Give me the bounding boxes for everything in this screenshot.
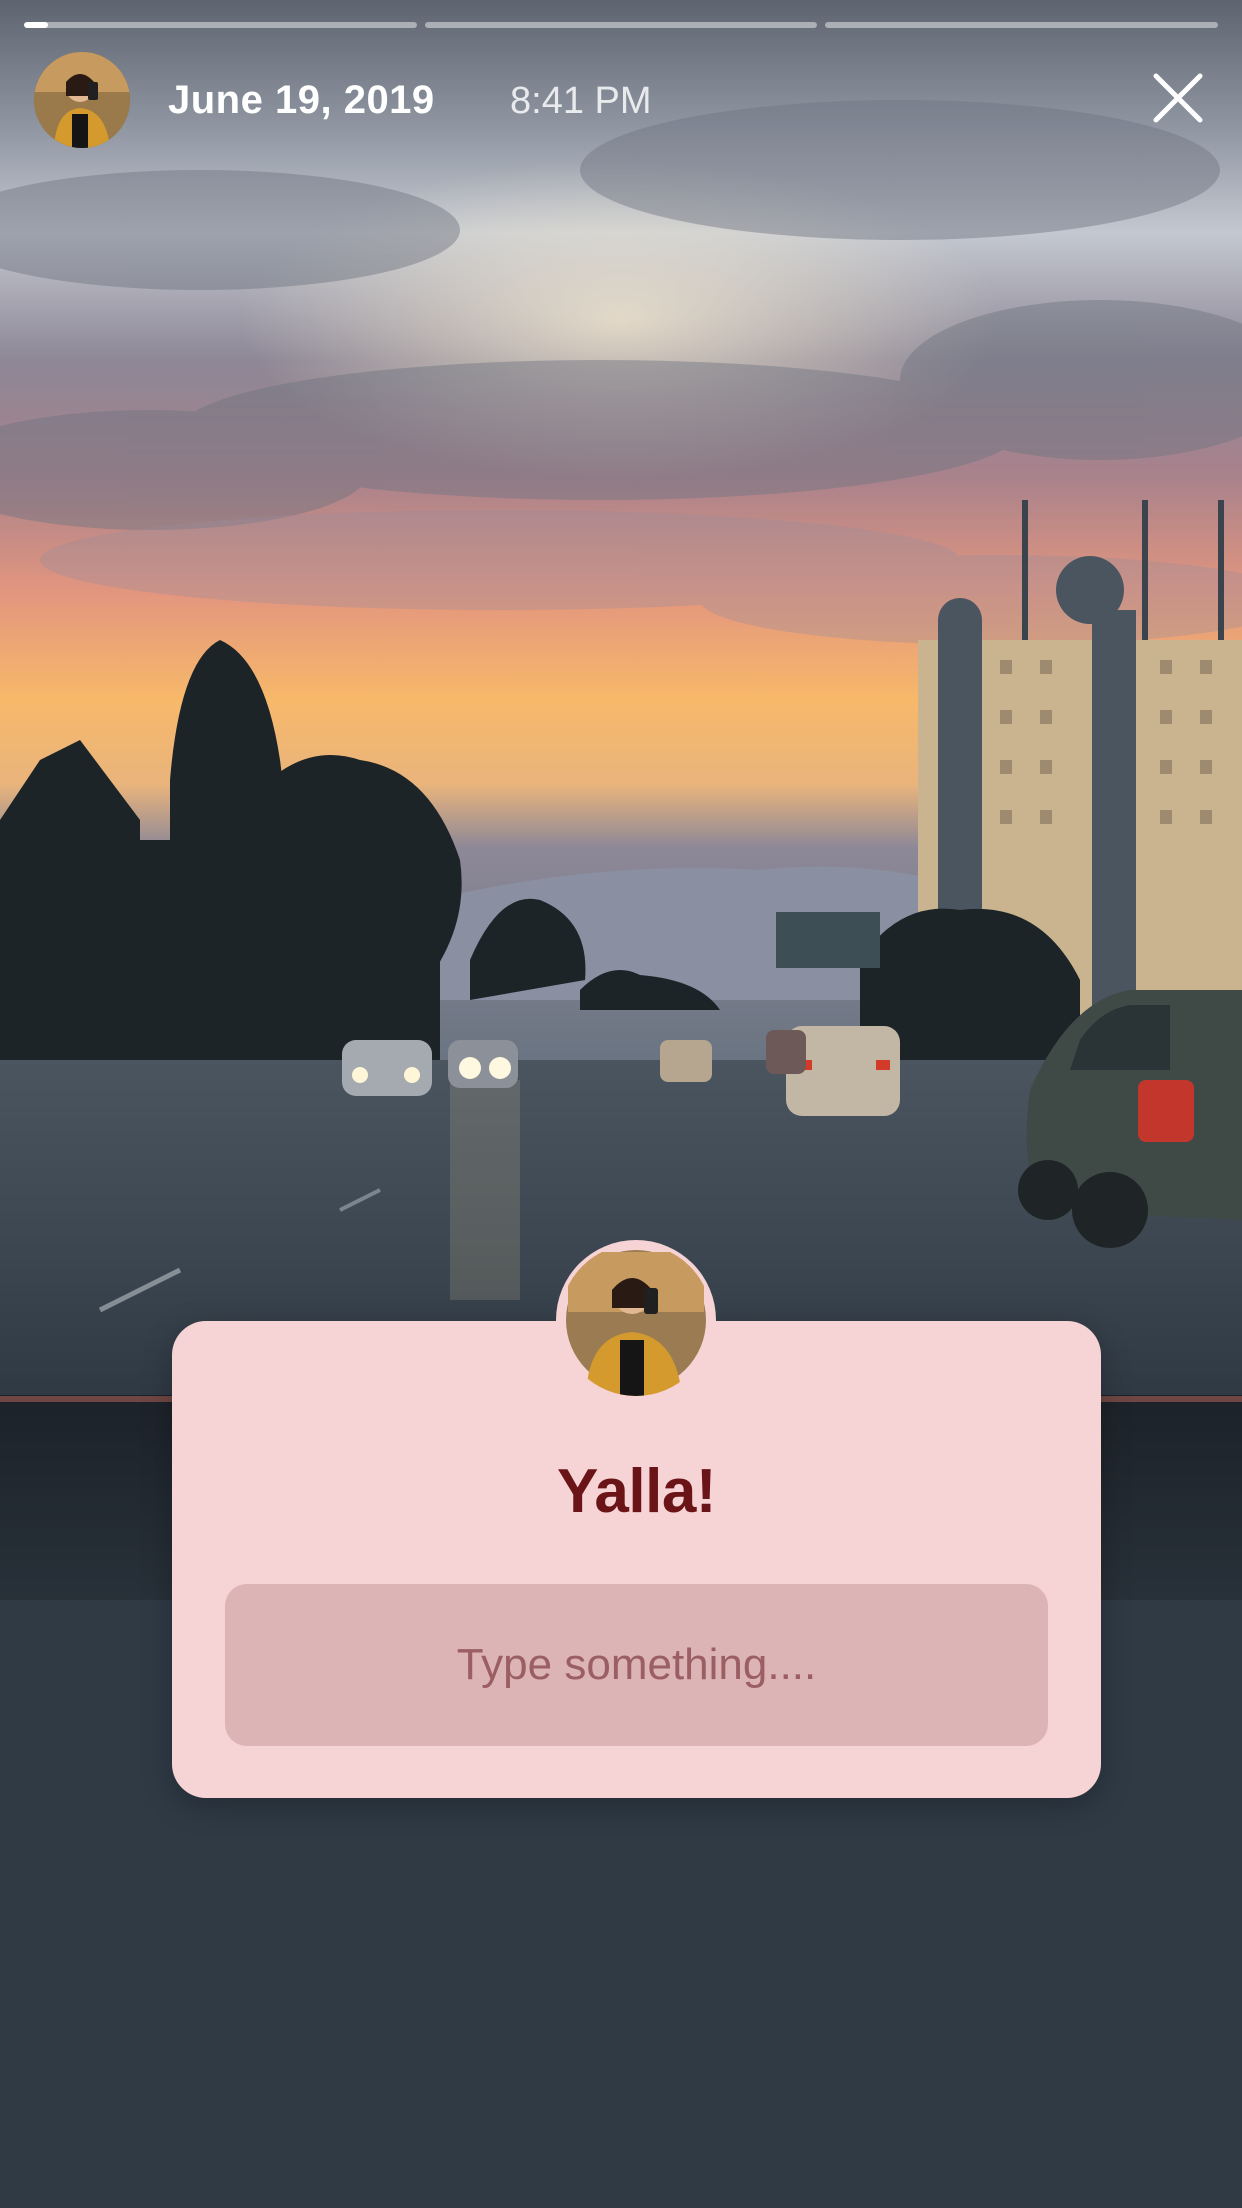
close-icon[interactable]: [1148, 68, 1208, 128]
story-date: June 19, 2019: [168, 78, 435, 122]
story-time: 8:41 PM: [510, 80, 652, 122]
sticker-response-input[interactable]: [225, 1584, 1048, 1746]
avatar[interactable]: [34, 52, 130, 148]
sticker-avatar: [560, 1244, 712, 1396]
story-background-photo: [0, 0, 1242, 2208]
progress-segment: [825, 22, 1219, 28]
progress-segment: [424, 22, 818, 28]
story-progress-bar: [24, 22, 1219, 28]
story-header: June 19, 2019 8:41 PM: [34, 52, 1208, 148]
sticker-title: Yalla!: [557, 1457, 717, 1526]
progress-segment: [24, 22, 417, 28]
